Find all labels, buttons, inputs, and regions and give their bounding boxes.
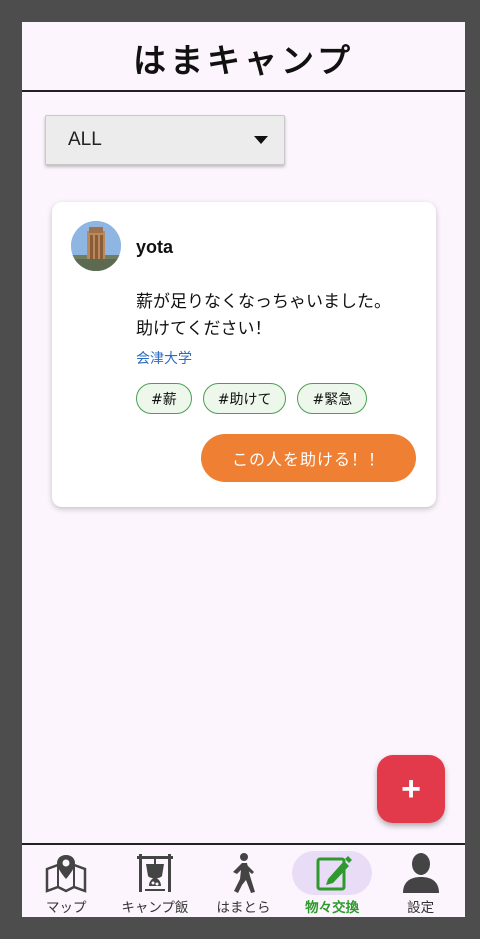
nav-label-map: マップ — [46, 900, 87, 916]
tag-chip[interactable]: #助けて — [202, 383, 287, 414]
nav-label-hamatora: はまとら — [216, 900, 271, 916]
tag-chip[interactable]: #緊急 — [297, 383, 368, 414]
edit-icon — [292, 851, 373, 895]
camp-cooking-icon — [131, 851, 179, 895]
nav-label-settings: 設定 — [407, 900, 435, 916]
post-message: 薪が足りなくなっちゃいました。 助けてください！ — [136, 289, 391, 343]
walking-icon — [219, 851, 267, 895]
help-this-person-button[interactable]: この人を助ける！！ — [201, 434, 416, 482]
post-username[interactable]: yota — [136, 237, 173, 258]
nav-item-barter[interactable]: 物々交換 — [288, 845, 377, 917]
caret-down-icon — [254, 136, 268, 144]
nav-label-camp-cooking: キャンプ飯 — [121, 900, 189, 916]
avatar[interactable] — [71, 221, 121, 271]
add-post-button[interactable]: + — [377, 755, 445, 823]
map-icon — [42, 851, 90, 895]
filter-dropdown[interactable]: ALL — [45, 115, 285, 165]
post-tags: #薪 #助けて #緊急 — [136, 383, 368, 414]
avatar-photo-icon — [71, 221, 121, 271]
nav-item-camp-cooking[interactable]: キャンプ飯 — [111, 845, 200, 917]
bottom-navigation: マップ キャンプ飯 はまとら 物々交換 設定 — [22, 843, 465, 917]
nav-item-settings[interactable]: 設定 — [376, 845, 465, 917]
nav-item-hamatora[interactable]: はまとら — [199, 845, 288, 917]
nav-label-barter: 物々交換 — [305, 900, 360, 916]
nav-item-map[interactable]: マップ — [22, 845, 111, 917]
post-card: yota 薪が足りなくなっちゃいました。 助けてください！ 会津大学 #薪 #助… — [52, 202, 436, 507]
app-header: はまキャンプ — [22, 22, 465, 92]
post-university-link[interactable]: 会津大学 — [136, 348, 192, 368]
app-screen: はまキャンプ ALL yota 薪が足りなくなっちゃいました。 助けてください！… — [22, 22, 465, 917]
app-title: はまキャンプ — [132, 41, 354, 80]
filter-selected-value: ALL — [68, 129, 102, 150]
person-icon — [397, 851, 445, 895]
post-message-line: 助けてください！ — [136, 319, 272, 339]
post-message-line: 薪が足りなくなっちゃいました。 — [136, 292, 391, 312]
tag-chip[interactable]: #薪 — [136, 383, 192, 414]
